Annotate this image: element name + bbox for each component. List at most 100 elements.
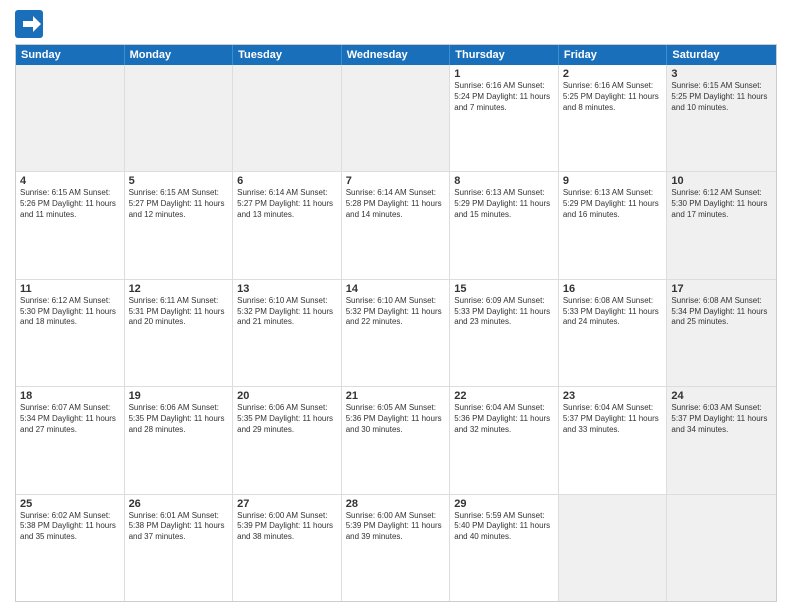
cal-cell: 18Sunrise: 6:07 AM Sunset: 5:34 PM Dayli… (16, 387, 125, 493)
logo (15, 10, 47, 38)
day-number: 5 (129, 175, 229, 187)
day-number: 9 (563, 175, 663, 187)
day-number: 22 (454, 390, 554, 402)
cal-cell: 19Sunrise: 6:06 AM Sunset: 5:35 PM Dayli… (125, 387, 234, 493)
cell-info: Sunrise: 6:00 AM Sunset: 5:39 PM Dayligh… (346, 511, 446, 543)
cell-info: Sunrise: 6:15 AM Sunset: 5:27 PM Dayligh… (129, 188, 229, 220)
cell-info: Sunrise: 6:15 AM Sunset: 5:26 PM Dayligh… (20, 188, 120, 220)
cell-info: Sunrise: 6:00 AM Sunset: 5:39 PM Dayligh… (237, 511, 337, 543)
cal-cell: 22Sunrise: 6:04 AM Sunset: 5:36 PM Dayli… (450, 387, 559, 493)
cell-info: Sunrise: 6:03 AM Sunset: 5:37 PM Dayligh… (671, 403, 772, 435)
cal-cell: 28Sunrise: 6:00 AM Sunset: 5:39 PM Dayli… (342, 495, 451, 601)
cell-info: Sunrise: 6:12 AM Sunset: 5:30 PM Dayligh… (20, 296, 120, 328)
cal-cell: 13Sunrise: 6:10 AM Sunset: 5:32 PM Dayli… (233, 280, 342, 386)
cell-info: Sunrise: 6:16 AM Sunset: 5:24 PM Dayligh… (454, 81, 554, 113)
cal-cell: 3Sunrise: 6:15 AM Sunset: 5:25 PM Daylig… (667, 65, 776, 171)
cell-info: Sunrise: 6:06 AM Sunset: 5:35 PM Dayligh… (129, 403, 229, 435)
cal-cell (125, 65, 234, 171)
page: SundayMondayTuesdayWednesdayThursdayFrid… (0, 0, 792, 612)
cell-info: Sunrise: 6:02 AM Sunset: 5:38 PM Dayligh… (20, 511, 120, 543)
day-number: 8 (454, 175, 554, 187)
calendar-row-1: 4Sunrise: 6:15 AM Sunset: 5:26 PM Daylig… (16, 172, 776, 279)
cal-cell (233, 65, 342, 171)
cal-cell (16, 65, 125, 171)
cal-cell: 15Sunrise: 6:09 AM Sunset: 5:33 PM Dayli… (450, 280, 559, 386)
day-number: 15 (454, 283, 554, 295)
cell-info: Sunrise: 6:04 AM Sunset: 5:36 PM Dayligh… (454, 403, 554, 435)
cell-info: Sunrise: 6:04 AM Sunset: 5:37 PM Dayligh… (563, 403, 663, 435)
cal-cell: 29Sunrise: 5:59 AM Sunset: 5:40 PM Dayli… (450, 495, 559, 601)
cal-cell: 8Sunrise: 6:13 AM Sunset: 5:29 PM Daylig… (450, 172, 559, 278)
header-cell-tuesday: Tuesday (233, 45, 342, 65)
logo-icon (15, 10, 43, 38)
cal-cell: 6Sunrise: 6:14 AM Sunset: 5:27 PM Daylig… (233, 172, 342, 278)
cell-info: Sunrise: 6:15 AM Sunset: 5:25 PM Dayligh… (671, 81, 772, 113)
day-number: 25 (20, 498, 120, 510)
cell-info: Sunrise: 6:08 AM Sunset: 5:33 PM Dayligh… (563, 296, 663, 328)
cal-cell: 16Sunrise: 6:08 AM Sunset: 5:33 PM Dayli… (559, 280, 668, 386)
calendar: SundayMondayTuesdayWednesdayThursdayFrid… (15, 44, 777, 602)
calendar-row-0: 1Sunrise: 6:16 AM Sunset: 5:24 PM Daylig… (16, 65, 776, 172)
day-number: 18 (20, 390, 120, 402)
day-number: 21 (346, 390, 446, 402)
day-number: 10 (671, 175, 772, 187)
day-number: 1 (454, 68, 554, 80)
day-number: 16 (563, 283, 663, 295)
calendar-row-4: 25Sunrise: 6:02 AM Sunset: 5:38 PM Dayli… (16, 495, 776, 601)
day-number: 4 (20, 175, 120, 187)
day-number: 11 (20, 283, 120, 295)
cal-cell: 5Sunrise: 6:15 AM Sunset: 5:27 PM Daylig… (125, 172, 234, 278)
cell-info: Sunrise: 6:09 AM Sunset: 5:33 PM Dayligh… (454, 296, 554, 328)
header-cell-wednesday: Wednesday (342, 45, 451, 65)
cal-cell: 11Sunrise: 6:12 AM Sunset: 5:30 PM Dayli… (16, 280, 125, 386)
day-number: 29 (454, 498, 554, 510)
header-cell-friday: Friday (559, 45, 668, 65)
cal-cell (559, 495, 668, 601)
day-number: 26 (129, 498, 229, 510)
day-number: 28 (346, 498, 446, 510)
calendar-body: 1Sunrise: 6:16 AM Sunset: 5:24 PM Daylig… (16, 65, 776, 601)
cal-cell: 21Sunrise: 6:05 AM Sunset: 5:36 PM Dayli… (342, 387, 451, 493)
day-number: 19 (129, 390, 229, 402)
cell-info: Sunrise: 6:01 AM Sunset: 5:38 PM Dayligh… (129, 511, 229, 543)
cell-info: Sunrise: 5:59 AM Sunset: 5:40 PM Dayligh… (454, 511, 554, 543)
cal-cell: 9Sunrise: 6:13 AM Sunset: 5:29 PM Daylig… (559, 172, 668, 278)
header-cell-monday: Monday (125, 45, 234, 65)
day-number: 27 (237, 498, 337, 510)
cell-info: Sunrise: 6:16 AM Sunset: 5:25 PM Dayligh… (563, 81, 663, 113)
calendar-row-3: 18Sunrise: 6:07 AM Sunset: 5:34 PM Dayli… (16, 387, 776, 494)
cell-info: Sunrise: 6:07 AM Sunset: 5:34 PM Dayligh… (20, 403, 120, 435)
day-number: 12 (129, 283, 229, 295)
cal-cell: 7Sunrise: 6:14 AM Sunset: 5:28 PM Daylig… (342, 172, 451, 278)
cal-cell (667, 495, 776, 601)
day-number: 14 (346, 283, 446, 295)
cell-info: Sunrise: 6:06 AM Sunset: 5:35 PM Dayligh… (237, 403, 337, 435)
cal-cell: 1Sunrise: 6:16 AM Sunset: 5:24 PM Daylig… (450, 65, 559, 171)
cal-cell: 17Sunrise: 6:08 AM Sunset: 5:34 PM Dayli… (667, 280, 776, 386)
cell-info: Sunrise: 6:08 AM Sunset: 5:34 PM Dayligh… (671, 296, 772, 328)
day-number: 24 (671, 390, 772, 402)
cal-cell: 4Sunrise: 6:15 AM Sunset: 5:26 PM Daylig… (16, 172, 125, 278)
cal-cell: 25Sunrise: 6:02 AM Sunset: 5:38 PM Dayli… (16, 495, 125, 601)
header (15, 10, 777, 38)
header-cell-sunday: Sunday (16, 45, 125, 65)
header-cell-thursday: Thursday (450, 45, 559, 65)
cal-cell: 27Sunrise: 6:00 AM Sunset: 5:39 PM Dayli… (233, 495, 342, 601)
cal-cell: 10Sunrise: 6:12 AM Sunset: 5:30 PM Dayli… (667, 172, 776, 278)
cell-info: Sunrise: 6:10 AM Sunset: 5:32 PM Dayligh… (237, 296, 337, 328)
cal-cell (342, 65, 451, 171)
cell-info: Sunrise: 6:05 AM Sunset: 5:36 PM Dayligh… (346, 403, 446, 435)
day-number: 13 (237, 283, 337, 295)
day-number: 3 (671, 68, 772, 80)
cell-info: Sunrise: 6:12 AM Sunset: 5:30 PM Dayligh… (671, 188, 772, 220)
cell-info: Sunrise: 6:14 AM Sunset: 5:27 PM Dayligh… (237, 188, 337, 220)
cell-info: Sunrise: 6:10 AM Sunset: 5:32 PM Dayligh… (346, 296, 446, 328)
cal-cell: 12Sunrise: 6:11 AM Sunset: 5:31 PM Dayli… (125, 280, 234, 386)
calendar-header: SundayMondayTuesdayWednesdayThursdayFrid… (16, 45, 776, 65)
day-number: 17 (671, 283, 772, 295)
day-number: 2 (563, 68, 663, 80)
day-number: 7 (346, 175, 446, 187)
cal-cell: 20Sunrise: 6:06 AM Sunset: 5:35 PM Dayli… (233, 387, 342, 493)
cal-cell: 23Sunrise: 6:04 AM Sunset: 5:37 PM Dayli… (559, 387, 668, 493)
day-number: 23 (563, 390, 663, 402)
